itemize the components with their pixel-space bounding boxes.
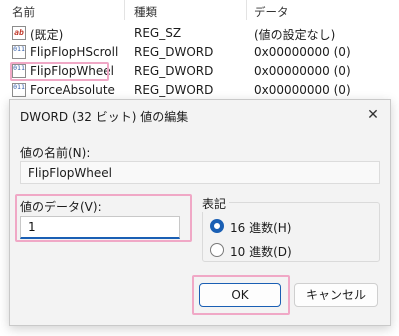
list-item[interactable]: ab (既定) REG_SZ (値の設定なし)	[0, 24, 399, 42]
column-separator[interactable]	[246, 0, 247, 20]
ok-button[interactable]: OK	[199, 283, 281, 307]
value-name-field: FlipFlopWheel	[20, 161, 380, 184]
list-item[interactable]: 011 FlipFlopHScroll REG_DWORD 0x00000000…	[0, 43, 399, 61]
column-header-type[interactable]: 種類	[134, 4, 157, 20]
value-data-label: 値のデータ(V):	[20, 200, 102, 214]
radio-unselected-icon[interactable]	[210, 243, 224, 257]
value-data-input[interactable]	[20, 216, 180, 239]
dialog-title: DWORD (32 ビット) 値の編集	[20, 110, 189, 124]
value-type: REG_DWORD	[134, 83, 214, 97]
string-value-icon: ab	[12, 26, 26, 40]
column-header-data[interactable]: データ	[254, 4, 289, 20]
dialog-titlebar[interactable]: DWORD (32 ビット) 値の編集 ✕	[10, 100, 390, 130]
binary-value-icon: 011	[12, 45, 26, 59]
value-data: (値の設定なし)	[254, 28, 336, 42]
value-data: 0x00000000 (0)	[254, 83, 351, 97]
value-name: ForceAbsolute	[30, 83, 115, 97]
close-icon[interactable]: ✕	[362, 104, 384, 126]
value-name: FlipFlopHScroll	[30, 45, 119, 59]
value-type: REG_DWORD	[134, 45, 214, 59]
edit-dword-dialog: DWORD (32 ビット) 値の編集 ✕ 値の名前(N): FlipFlopW…	[9, 99, 391, 326]
highlight-box	[10, 62, 109, 81]
radio-decimal-label[interactable]: 10 進数(D)	[230, 243, 292, 260]
value-data: 0x00000000 (0)	[254, 45, 351, 59]
binary-value-icon: 011	[12, 83, 26, 97]
column-header-row: 名前 種類 データ	[0, 0, 399, 20]
value-name: (既定)	[30, 28, 64, 42]
value-name-label: 値の名前(N):	[20, 146, 91, 160]
radio-selected-icon[interactable]	[210, 219, 224, 233]
cancel-button[interactable]: キャンセル	[294, 283, 378, 307]
radio-hex-label[interactable]: 16 進数(H)	[230, 219, 291, 236]
registry-value-list: 名前 種類 データ ab (既定) REG_SZ (値の設定なし) 011 Fl…	[0, 0, 399, 100]
list-item[interactable]: 011 ForceAbsolute REG_DWORD 0x00000000 (…	[0, 81, 399, 99]
column-header-name[interactable]: 名前	[12, 4, 35, 20]
base-group-title: 表記	[202, 195, 230, 212]
value-data: 0x00000000 (0)	[254, 64, 351, 78]
value-type: REG_DWORD	[134, 64, 214, 78]
column-separator[interactable]	[124, 0, 125, 20]
value-type: REG_SZ	[134, 26, 182, 40]
